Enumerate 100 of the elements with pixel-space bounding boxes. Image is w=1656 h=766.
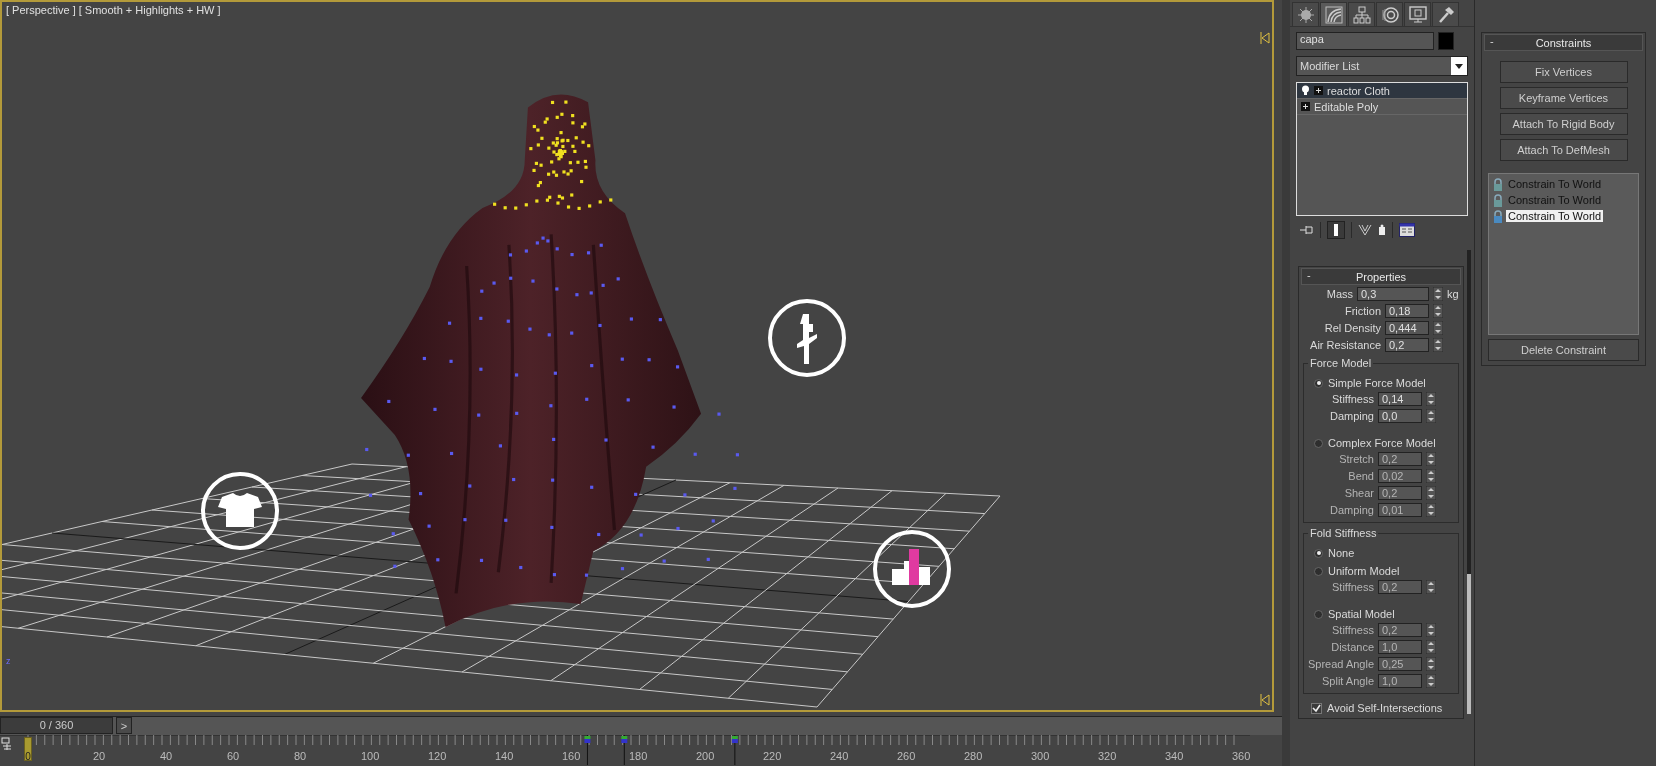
spinner-icon[interactable] — [1433, 321, 1443, 335]
spinner-icon[interactable] — [1433, 338, 1443, 352]
field-label: Stiffness — [1332, 393, 1374, 405]
shirt-icon[interactable] — [201, 472, 279, 550]
panel-tab[interactable] — [1404, 2, 1431, 26]
show-end-result-icon[interactable] — [1327, 221, 1345, 239]
frame-number: 360 — [1232, 750, 1251, 762]
field-label: Rel Density — [1324, 322, 1381, 334]
spinner-icon[interactable] — [1426, 409, 1436, 423]
rollout-header[interactable]: - Properties — [1301, 268, 1461, 285]
number-field[interactable]: 1,0 — [1378, 674, 1422, 688]
radio-label: Spatial Model — [1328, 608, 1395, 620]
panel-tab[interactable] — [1432, 2, 1459, 26]
number-field[interactable]: 0,2 — [1378, 580, 1422, 594]
checkbox-label: Avoid Self-Intersections — [1327, 702, 1443, 714]
frame-counter[interactable]: 0 / 360 — [0, 717, 113, 734]
hierarchy-icon — [1352, 5, 1371, 24]
spinner-icon[interactable] — [1426, 392, 1436, 406]
number-field[interactable]: 1,0 — [1378, 640, 1422, 654]
cup-icon[interactable] — [1378, 224, 1386, 236]
number-field[interactable]: 0,2 — [1378, 623, 1422, 637]
spinner-icon[interactable] — [1426, 640, 1436, 654]
number-field[interactable]: 0,01 — [1378, 503, 1422, 517]
panel-tab[interactable] — [1348, 2, 1375, 26]
blocks-icon[interactable] — [873, 530, 951, 608]
radio-button[interactable] — [1314, 378, 1323, 388]
spinner-icon[interactable] — [1426, 469, 1436, 483]
field-label: Stiffness — [1332, 581, 1374, 593]
spinner-icon[interactable] — [1426, 452, 1436, 466]
constraint-button[interactable]: Fix Vertices — [1499, 61, 1628, 83]
color-swatch[interactable] — [1438, 32, 1454, 50]
spinner-icon[interactable] — [1433, 304, 1443, 318]
next-frame-button[interactable]: > — [116, 717, 132, 734]
frame-number: 320 — [1098, 750, 1117, 762]
spinner-icon[interactable] — [1433, 287, 1443, 301]
spinner-icon[interactable] — [1426, 486, 1436, 500]
field-label: Damping — [1329, 504, 1374, 516]
number-field[interactable]: 0,02 — [1378, 469, 1422, 483]
checkbox[interactable] — [1311, 702, 1322, 714]
frame-number: 220 — [763, 750, 782, 762]
light-bulb-icon[interactable] — [1301, 85, 1310, 96]
panel-tab[interactable] — [1376, 2, 1403, 26]
panel-tab[interactable] — [1292, 2, 1319, 26]
frame-number: 100 — [361, 750, 380, 762]
field-label: Bend — [1348, 470, 1374, 482]
fork-icon[interactable] — [1358, 224, 1372, 236]
delete-constraint-button[interactable]: Delete Constraint — [1488, 339, 1639, 361]
frame-number: 280 — [964, 750, 983, 762]
viewport[interactable]: [ Perspective ] [ Smooth + Highlights + HW ] z — [0, 0, 1274, 712]
key-filter-icon[interactable] — [1, 737, 13, 751]
sun-icon — [1297, 6, 1314, 23]
frame-number: 160 — [562, 750, 581, 762]
rollout-header[interactable]: - Constraints — [1484, 34, 1643, 51]
spinner-icon[interactable] — [1426, 674, 1436, 688]
frame-number: 120 — [428, 750, 447, 762]
field-label: Friction — [1344, 305, 1381, 317]
number-field[interactable]: 0,2 — [1385, 338, 1429, 352]
triangle-marker-icon — [1260, 694, 1270, 706]
viewport-label[interactable]: [ Perspective ] [ Smooth + Highlights + HW ] — [6, 4, 221, 16]
scrollbar[interactable] — [1467, 250, 1471, 714]
object-name-field[interactable]: capa — [1296, 32, 1434, 50]
number-field[interactable]: 0,14 — [1378, 392, 1422, 406]
spinner-icon[interactable] — [1426, 580, 1436, 594]
spinner-icon[interactable] — [1426, 657, 1436, 671]
constraint-button[interactable]: Keyframe Vertices — [1499, 87, 1628, 109]
stack-item[interactable]: reactor Cloth — [1297, 83, 1467, 99]
radio-button[interactable] — [1314, 548, 1323, 558]
group-title: Fold Stiffness — [1308, 527, 1379, 539]
field-label: Split Angle — [1322, 675, 1374, 687]
number-field[interactable]: 0,0 — [1378, 409, 1422, 423]
constraint-item[interactable]: Constrain To World — [1506, 210, 1604, 222]
frame-number: 260 — [897, 750, 916, 762]
number-field[interactable]: 0,444 — [1385, 321, 1429, 335]
radio-button[interactable] — [1314, 438, 1323, 448]
frame-number: 180 — [629, 750, 648, 762]
constraint-button[interactable]: Attach To Rigid Body — [1499, 113, 1628, 135]
constraint-button[interactable]: Attach To DefMesh — [1499, 139, 1628, 161]
radio-button[interactable] — [1314, 566, 1323, 576]
number-field[interactable]: 0,25 — [1378, 657, 1423, 671]
radio-label: Uniform Model — [1328, 565, 1400, 577]
number-field[interactable]: 0,3 — [1357, 287, 1429, 301]
spinner-icon[interactable] — [1426, 503, 1436, 517]
configure-icon[interactable] — [1399, 223, 1415, 237]
frame-number: 60 — [227, 750, 240, 762]
modifier-list-dropdown[interactable]: Modifier List — [1296, 56, 1468, 76]
figure-icon[interactable] — [768, 299, 846, 377]
current-frame-marker[interactable]: 0 — [24, 737, 32, 761]
expand-icon[interactable] — [1301, 102, 1310, 111]
pin-icon[interactable] — [1300, 225, 1314, 235]
number-field[interactable]: 0,2 — [1378, 486, 1422, 500]
spinner-icon[interactable] — [1426, 623, 1436, 637]
number-field[interactable]: 0,2 — [1378, 452, 1422, 466]
panel-tab[interactable] — [1320, 2, 1347, 26]
frame-number: 240 — [830, 750, 849, 762]
curve-icon — [1324, 5, 1343, 24]
number-field[interactable]: 0,18 — [1385, 304, 1429, 318]
expand-icon[interactable] — [1314, 86, 1323, 95]
radio-label: Complex Force Model — [1328, 437, 1436, 449]
radio-button[interactable] — [1314, 609, 1323, 619]
stack-item[interactable]: Editable Poly — [1297, 99, 1467, 115]
